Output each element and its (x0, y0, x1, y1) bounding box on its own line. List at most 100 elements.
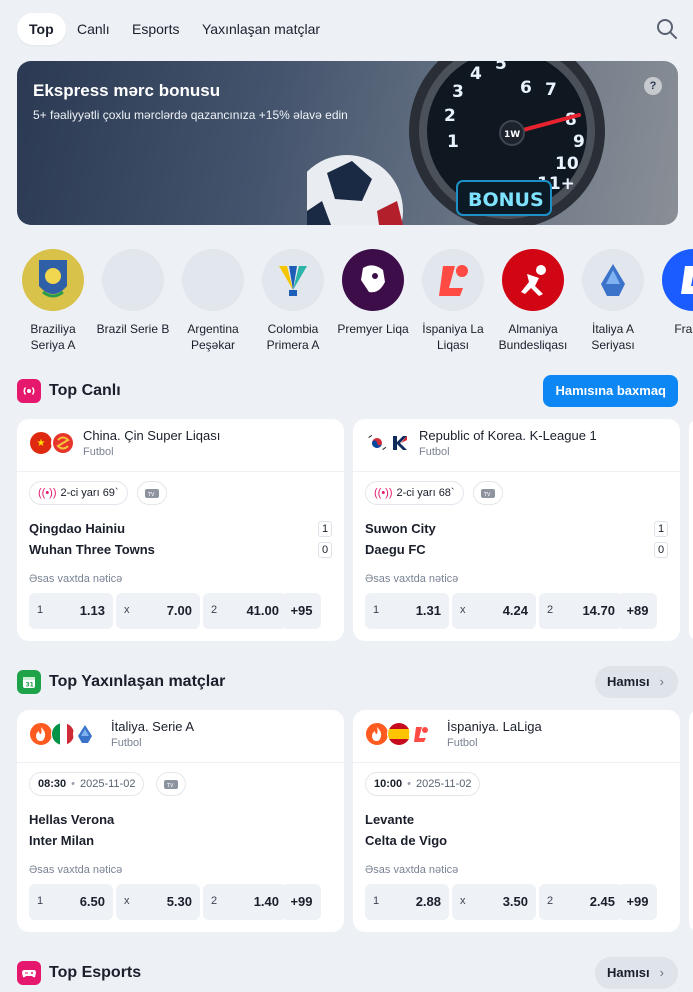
gauge-number: 1 (447, 132, 459, 152)
live-broadcast-icon (17, 379, 41, 403)
league-name: Colombia Primera A (266, 322, 320, 352)
odd-home[interactable]: 1 2.88 (365, 884, 449, 920)
match-card[interactable]: İspaniya. LaLiga Futbol 10:00 • 2025-11-… (353, 710, 680, 932)
gauge-number: 9 (573, 132, 585, 152)
match-time: 2-ci yarı 69` (60, 487, 119, 499)
match-card-peek[interactable] (689, 710, 693, 932)
league-name: Almaniya Bundesliqası (498, 322, 568, 352)
odd-value: 6.50 (79, 894, 105, 909)
svg-text:TV: TV (166, 783, 174, 789)
match-card[interactable]: ★ China. Çin Super Liqası Futbol ((•)) 2… (17, 419, 344, 641)
score-home: 1 (318, 521, 332, 537)
odd-key: 2 (547, 604, 554, 616)
chevron-right-icon: › (659, 965, 664, 980)
odd-away[interactable]: 2 14.70 (539, 593, 623, 629)
league-item-colombia[interactable]: Colombia Primera A (253, 249, 333, 353)
odd-away[interactable]: 2 1.40 (203, 884, 287, 920)
gauge-number: 5 (495, 61, 507, 74)
odd-draw[interactable]: x 4.24 (452, 593, 536, 629)
league-name: Argentina Peşəkar (187, 322, 239, 352)
calendar-day: 31 (26, 682, 34, 689)
tab-upcoming[interactable]: Yaxınlaşan matçlar (190, 13, 332, 45)
view-all-button[interactable]: Hamısı › (595, 666, 678, 698)
section-title: Top Canlı (49, 382, 121, 399)
promo-banner[interactable]: 1 2 3 4 5 6 7 8 9 10 11+ 1W BONUS Ekspre… (17, 61, 678, 225)
sport-name: Futbol (111, 737, 142, 749)
league-item-serie-a[interactable]: İtaliya A Seriyası (573, 249, 653, 353)
svg-text:TV: TV (483, 492, 491, 498)
match-card-peek[interactable] (689, 419, 693, 641)
section-top-upcoming: 31 Top Yaxınlaşan matçlar Hamısı › (17, 666, 678, 698)
section-top-live: Top Canlı Hamısına baxmaq (17, 375, 678, 407)
league-item-brazil-serie-a[interactable]: Braziliya Seriya A (13, 249, 93, 353)
section-title: Top Esports (49, 964, 142, 981)
more-markets-button[interactable]: +99 (618, 884, 657, 920)
tv-icon[interactable]: TV (473, 481, 503, 505)
league-name: Fransa (674, 322, 693, 336)
match-card[interactable]: Republic of Korea. K-League 1 Futbol ((•… (353, 419, 680, 641)
bundesliga-logo-icon (502, 249, 564, 311)
china-flag-icon: ★ (29, 431, 53, 455)
odd-value: 14.70 (582, 603, 615, 618)
sport-name: Futbol (447, 737, 478, 749)
spain-flag-icon (387, 722, 411, 746)
odd-key: 1 (373, 604, 380, 616)
bonus-label: BONUS (468, 189, 544, 211)
view-all-button[interactable]: Hamısı › (595, 957, 678, 989)
more-markets-button[interactable]: +95 (282, 593, 321, 629)
match-date: 2025-11-02 (416, 778, 472, 790)
odd-home[interactable]: 1 6.50 (29, 884, 113, 920)
odd-away[interactable]: 2 2.45 (539, 884, 623, 920)
odd-value: 5.30 (166, 894, 192, 909)
divider (17, 762, 344, 763)
live-icon: ((•)) (374, 487, 393, 499)
more-markets-button[interactable]: +99 (282, 884, 321, 920)
help-icon[interactable]: ? (644, 77, 662, 95)
korea-flag-icon (365, 431, 389, 455)
odd-away[interactable]: 2 41.00 (203, 593, 287, 629)
odd-home[interactable]: 1 1.13 (29, 593, 113, 629)
league-item-argentina[interactable]: Argentina Peşəkar (173, 249, 253, 353)
view-all-label: Hamısı (607, 674, 650, 689)
odd-key: 1 (373, 895, 380, 907)
italy-flag-icon (51, 722, 75, 746)
odd-home[interactable]: 1 1.31 (365, 593, 449, 629)
odd-key: x (460, 604, 466, 616)
league-item-premier-league[interactable]: Premyer Liqa (333, 249, 413, 337)
tab-esports[interactable]: Esports (120, 13, 191, 45)
league-name: Republic of Korea. K-League 1 (419, 428, 597, 443)
match-start-time: 08:30 (38, 778, 67, 790)
top-navigation: Top Canlı Esports Yaxınlaşan matçlar (0, 0, 693, 58)
premier-league-lion-icon (342, 249, 404, 311)
league-item-bundesliga[interactable]: Almaniya Bundesliqası (493, 249, 573, 353)
odd-value: 1.13 (79, 603, 105, 618)
league-name: İspaniya. LaLiga (447, 719, 542, 734)
gauge-number: 10 (555, 154, 579, 174)
esports-controller-icon (17, 961, 41, 985)
gauge-number: 3 (452, 82, 464, 102)
league-item-brazil-serie-b[interactable]: Brazil Serie B (93, 249, 173, 337)
league-item-france[interactable]: Fransa (653, 249, 693, 337)
brasileirao-logo-icon (22, 249, 84, 311)
odd-key: x (124, 604, 130, 616)
serie-a-logo-icon (73, 722, 97, 746)
odd-key: 2 (211, 895, 218, 907)
league-name: China. Çin Super Liqası (83, 428, 221, 443)
team-away: Wuhan Three Towns (29, 542, 155, 557)
match-card[interactable]: İtaliya. Serie A Futbol 08:30 • 2025-11-… (17, 710, 344, 932)
tab-top[interactable]: Top (17, 13, 66, 45)
league-item-laliga[interactable]: İspaniya La Liqası (413, 249, 493, 353)
tv-icon[interactable]: TV (156, 772, 186, 796)
more-markets-button[interactable]: +89 (618, 593, 657, 629)
odd-draw[interactable]: x 5.30 (116, 884, 200, 920)
tv-icon[interactable]: TV (137, 481, 167, 505)
team-away: Daegu FC (365, 542, 426, 557)
gauge-number: 4 (470, 64, 482, 84)
calendar-icon: 31 (17, 670, 41, 694)
tab-live[interactable]: Canlı (65, 13, 122, 45)
search-icon[interactable] (655, 17, 679, 41)
view-all-button[interactable]: Hamısına baxmaq (543, 375, 678, 407)
odd-key: x (460, 895, 466, 907)
odd-draw[interactable]: x 3.50 (452, 884, 536, 920)
odd-draw[interactable]: x 7.00 (116, 593, 200, 629)
